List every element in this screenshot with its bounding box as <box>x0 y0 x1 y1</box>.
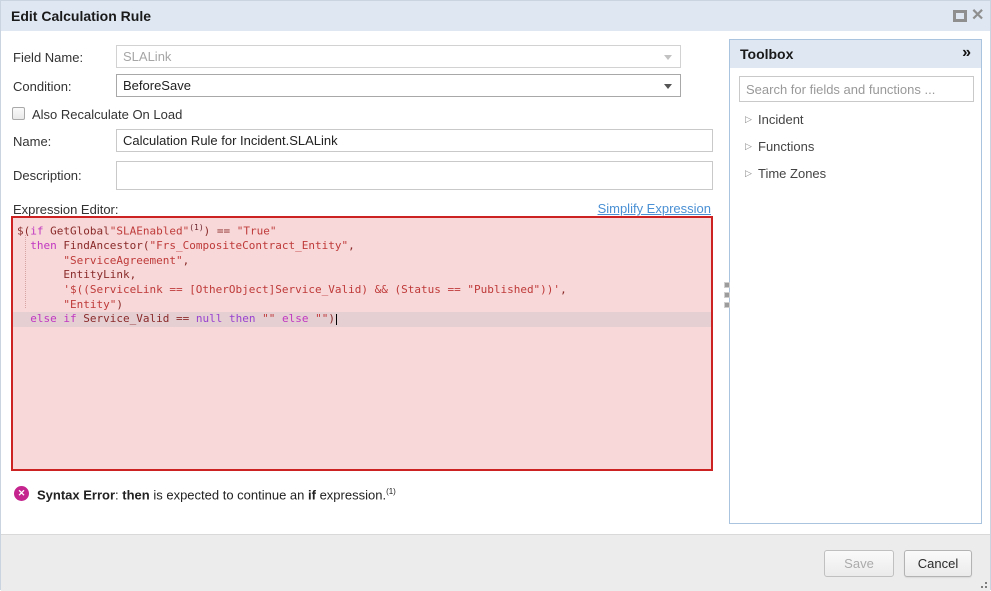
description-input[interactable] <box>116 161 713 190</box>
recalculate-label: Also Recalculate On Load <box>32 107 182 122</box>
code-line[interactable]: $(if GetGlobal"SLAEnabled"(1)) == "True" <box>13 221 711 239</box>
name-input[interactable] <box>116 129 713 152</box>
error-marker: (1) <box>386 487 396 496</box>
cancel-button[interactable]: Cancel <box>904 550 972 577</box>
code-line[interactable]: EntityLink, <box>13 268 711 283</box>
edit-calculation-rule-dialog: Edit Calculation Rule ✕ Field Name: SLAL… <box>0 0 991 590</box>
expand-arrow-icon[interactable]: ▷ <box>745 160 752 187</box>
code-line[interactable]: "Entity") <box>13 298 711 313</box>
condition-value: BeforeSave <box>123 78 191 93</box>
toolbox-tree: ▷ Incident ▷ Functions ▷ Time Zones <box>730 106 981 187</box>
simplify-expression-link[interactable]: Simplify Expression <box>598 201 711 216</box>
resize-grip[interactable] <box>979 580 988 589</box>
dialog-title: Edit Calculation Rule <box>11 8 151 24</box>
collapse-panel-icon[interactable]: » <box>962 44 971 62</box>
expression-editor-label: Expression Editor: <box>13 202 119 217</box>
field-name-label: Field Name: <box>13 50 83 65</box>
name-label: Name: <box>13 134 51 149</box>
tree-item-functions[interactable]: ▷ Functions <box>730 133 981 160</box>
expand-arrow-icon[interactable]: ▷ <box>745 106 752 133</box>
field-name-dropdown[interactable]: SLALink <box>116 45 681 68</box>
condition-label: Condition: <box>13 79 72 94</box>
chevron-down-icon <box>664 55 672 60</box>
footer-bar: Save Cancel <box>1 534 990 591</box>
description-label: Description: <box>13 168 82 183</box>
maximize-icon[interactable] <box>953 10 967 22</box>
tree-item-label: Time Zones <box>758 166 826 181</box>
close-icon[interactable]: ✕ <box>971 5 984 27</box>
toolbox-search-input[interactable] <box>739 76 974 102</box>
text-cursor <box>336 314 337 325</box>
tree-item-label: Functions <box>758 139 814 154</box>
tree-item-label: Incident <box>758 112 804 127</box>
recalculate-checkbox[interactable] <box>12 107 25 120</box>
toolbox-panel: Toolbox » ▷ Incident ▷ Functions ▷ Time Zones <box>729 39 982 524</box>
save-button[interactable]: Save <box>824 550 894 577</box>
expression-code: $(if GetGlobal"SLAEnabled"(1)) == "True"… <box>13 221 711 327</box>
code-line[interactable]: "ServiceAgreement", <box>13 254 711 269</box>
code-line[interactable]: then FindAncestor("Frs_CompositeContract… <box>13 239 711 254</box>
panel-splitter-handle[interactable] <box>724 282 732 312</box>
tree-item-incident[interactable]: ▷ Incident <box>730 106 981 133</box>
tree-item-time-zones[interactable]: ▷ Time Zones <box>730 160 981 187</box>
error-text: Syntax Error: then is expected to contin… <box>37 487 396 502</box>
toolbox-header: Toolbox » <box>730 40 981 68</box>
chevron-down-icon <box>664 84 672 89</box>
error-icon: ✕ <box>14 486 29 501</box>
toolbox-title: Toolbox <box>740 46 793 62</box>
titlebar: Edit Calculation Rule ✕ <box>1 1 990 31</box>
code-line[interactable]: '$((ServiceLink == [OtherObject]Service_… <box>13 283 711 298</box>
condition-dropdown[interactable]: BeforeSave <box>116 74 681 97</box>
expand-arrow-icon[interactable]: ▷ <box>745 133 752 160</box>
code-line[interactable]: else if Service_Valid == null then "" el… <box>13 312 711 327</box>
expression-editor[interactable]: $(if GetGlobal"SLAEnabled"(1)) == "True"… <box>11 216 713 471</box>
field-name-value: SLALink <box>123 49 171 64</box>
